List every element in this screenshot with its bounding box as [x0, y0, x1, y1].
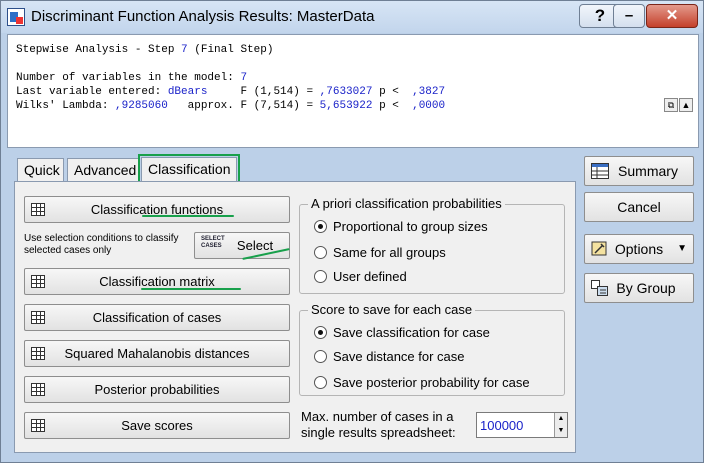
radio-dot	[314, 246, 327, 259]
output-line-4: Wilks' Lambda: ,9285060 approx. F (7,514…	[16, 100, 446, 112]
squared-mahalanobis-button[interactable]: Squared Mahalanobis distances	[24, 340, 290, 367]
classification-functions-button[interactable]: Classification functions	[24, 196, 290, 223]
radio-user-defined[interactable]: User defined	[314, 269, 407, 284]
posterior-probabilities-button[interactable]: Posterior probabilities	[24, 376, 290, 403]
max-cases-label: Max. number of cases in a single results…	[301, 409, 456, 440]
copy-icon[interactable]: ⧉	[664, 98, 678, 112]
select-cases-icon: SELECT CASES	[201, 236, 225, 249]
score-save-legend: Score to save for each case	[308, 302, 476, 317]
spreadsheet-icon	[31, 275, 45, 288]
title-bar: Discriminant Function Analysis Results: …	[1, 1, 703, 33]
tab-quick[interactable]: Quick	[17, 158, 64, 182]
spin-down-icon[interactable]: ▼	[555, 425, 567, 437]
results-output: Stepwise Analysis - Step 7 (Final Step) …	[7, 34, 699, 148]
radio-save-classification[interactable]: Save classification for case	[314, 325, 490, 340]
output-toolbar: ⧉ ▲	[663, 96, 693, 112]
spreadsheet-icon	[31, 347, 45, 360]
by-group-button[interactable]: By Group	[584, 273, 694, 303]
dropdown-arrow-icon: ▼	[677, 243, 687, 254]
cancel-button[interactable]: Cancel	[584, 192, 694, 222]
score-save-group: Score to save for each case Save classif…	[299, 302, 565, 396]
radio-dot	[314, 220, 327, 233]
radio-save-distance[interactable]: Save distance for case	[314, 349, 465, 364]
tab-advanced[interactable]: Advanced	[67, 158, 139, 182]
radio-proportional[interactable]: Proportional to group sizes	[314, 219, 488, 234]
output-line-3: Last variable entered: dBears F (1,514) …	[16, 86, 446, 98]
output-line-1: Stepwise Analysis - Step 7 (Final Step)	[16, 44, 274, 56]
expand-icon[interactable]: ▲	[679, 98, 693, 112]
summary-button[interactable]: Summary	[584, 156, 694, 186]
highlight-underline	[141, 288, 241, 290]
close-button[interactable]: ✕	[646, 4, 698, 28]
options-button[interactable]: Options ▼	[584, 234, 694, 264]
classification-matrix-button[interactable]: Classification matrix	[24, 268, 290, 295]
apriori-legend: A priori classification probabilities	[308, 196, 505, 211]
selection-hint: Use selection conditions to classify sel…	[24, 233, 179, 256]
app-icon	[7, 8, 25, 26]
window-title: Discriminant Function Analysis Results: …	[31, 8, 375, 25]
options-icon	[591, 241, 607, 256]
tab-classification[interactable]: Classification	[138, 154, 240, 186]
spreadsheet-icon	[31, 311, 45, 324]
radio-dot	[314, 270, 327, 283]
spreadsheet-icon	[31, 383, 45, 396]
max-cases-spinner[interactable]: ▲ ▼	[554, 413, 567, 437]
highlight-underline	[142, 215, 234, 217]
select-cases-button[interactable]: SELECT CASES Select	[194, 232, 290, 259]
apriori-group: A priori classification probabilities Pr…	[299, 196, 565, 294]
classification-of-cases-button[interactable]: Classification of cases	[24, 304, 290, 331]
radio-same-all-groups[interactable]: Same for all groups	[314, 245, 446, 260]
max-cases-input[interactable]: 100000 ▲ ▼	[476, 412, 568, 438]
minimize-button[interactable]: –	[613, 4, 645, 28]
output-line-2: Number of variables in the model: 7	[16, 72, 248, 84]
summary-icon	[591, 163, 609, 179]
by-group-icon	[591, 280, 608, 296]
spreadsheet-icon	[31, 203, 45, 216]
save-scores-button[interactable]: Save scores	[24, 412, 290, 439]
radio-dot	[314, 376, 327, 389]
max-cases-value: 100000	[480, 418, 524, 433]
save-icon	[31, 419, 45, 432]
radio-dot	[314, 326, 327, 339]
results-window: Discriminant Function Analysis Results: …	[0, 0, 704, 463]
radio-save-posterior[interactable]: Save posterior probability for case	[314, 375, 530, 390]
radio-dot	[314, 350, 327, 363]
spin-up-icon[interactable]: ▲	[555, 413, 567, 425]
